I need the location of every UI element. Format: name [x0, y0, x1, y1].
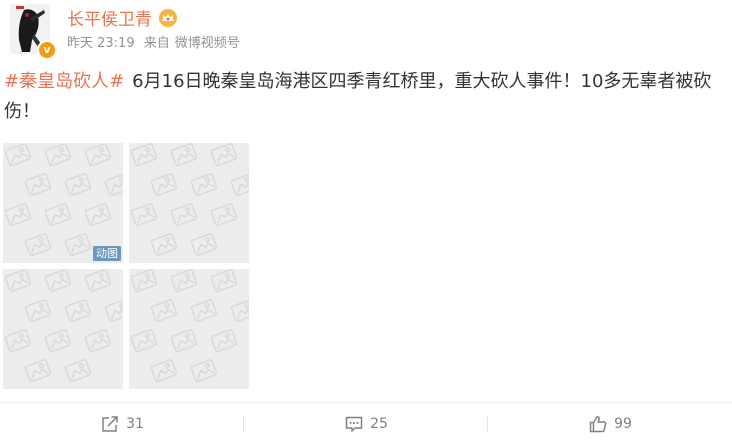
like-button[interactable]: 99	[488, 403, 732, 445]
thumbs-up-icon	[589, 416, 607, 433]
verified-badge: v	[37, 40, 57, 60]
image-placeholder-icon	[129, 269, 249, 389]
repost-button[interactable]: 31	[0, 403, 244, 445]
gif-badge: 动图	[93, 246, 121, 261]
share-arrow-icon	[102, 416, 118, 432]
crown-icon[interactable]	[158, 8, 178, 28]
image-placeholder-icon	[129, 143, 249, 263]
image-thumbnail[interactable]	[129, 143, 249, 263]
post-content: #秦皇岛砍人# 6月16日晚秦皇岛海港区四季青红桥里，重大砍人事件！10多无辜者被…	[4, 67, 716, 127]
image-thumbnail[interactable]	[3, 269, 123, 389]
image-thumbnail[interactable]	[129, 269, 249, 389]
action-bar: 31 25 99	[0, 403, 732, 445]
comment-button[interactable]: 25	[244, 403, 488, 445]
image-placeholder-icon	[3, 143, 123, 263]
repost-count: 31	[126, 416, 144, 432]
image-placeholder-icon	[3, 269, 123, 389]
like-count: 99	[614, 416, 632, 432]
source-prefix: 来自	[143, 36, 170, 51]
image-thumbnail[interactable]: 动图	[3, 143, 123, 263]
post-meta: 昨天 23:19 来自 微博视频号	[67, 32, 245, 51]
image-grid: 动图	[3, 143, 251, 391]
author-name[interactable]: 长平侯卫青	[67, 5, 152, 30]
post-source[interactable]: 微博视频号	[175, 36, 240, 51]
post-time[interactable]: 昨天 23:19	[67, 36, 135, 51]
comment-bubble-icon	[345, 416, 363, 432]
topic-link[interactable]: #秦皇岛砍人#	[4, 71, 124, 92]
comment-count: 25	[370, 416, 388, 432]
post-header: v 长平侯卫青 昨天 23:19 来自 微博视频号	[10, 2, 710, 60]
